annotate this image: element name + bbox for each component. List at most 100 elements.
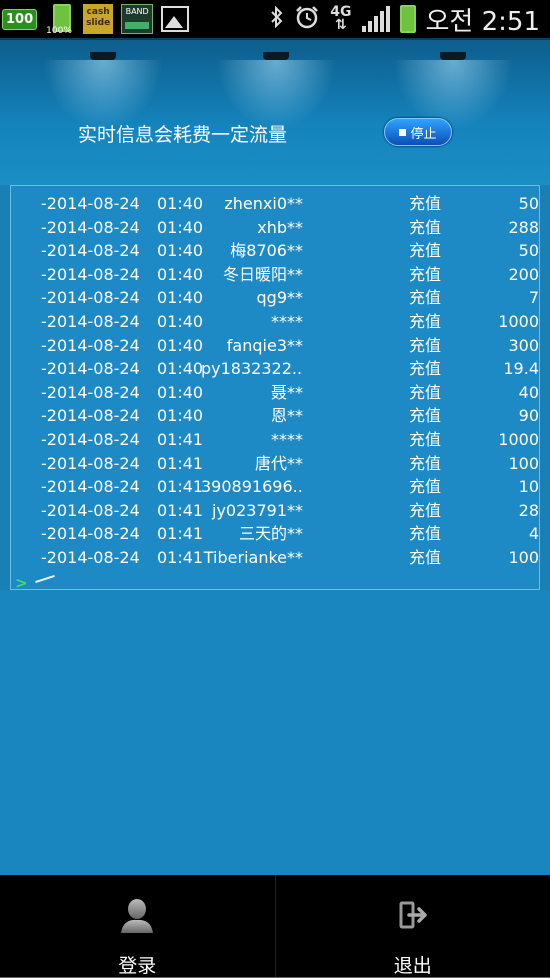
realtime-records-panel[interactable]: -2014-08-2401:40zhenxi0**充值50-2014-08-24… [10,185,540,590]
traffic-warning-text: 实时信息会耗费一定流量 [78,120,287,147]
record-amount: 1000 [459,310,539,333]
console-cursor [35,575,55,583]
record-amount: 200 [459,263,539,286]
record-time: 01:40 [157,239,207,262]
stop-icon [399,129,406,136]
logout-button[interactable]: 退出 [275,875,550,977]
record-date: -2014-08-24 [41,263,161,286]
record-date: -2014-08-24 [41,357,161,380]
record-date: -2014-08-24 [41,239,161,262]
record-amount: 28 [459,499,539,522]
record-amount: 288 [459,216,539,239]
record-date: -2014-08-24 [41,404,161,427]
record-row: -2014-08-2401:41三天的**充值4 [11,522,540,545]
record-user: 三天的** [201,522,303,545]
header-area: 实时信息会耗费一定流量 停止 [0,38,550,185]
record-row: -2014-08-2401:40聂**充值40 [11,381,540,404]
record-row: -2014-08-2401:40冬日暖阳**充值200 [11,263,540,286]
record-row: -2014-08-2401:40qg9**充值7 [11,286,540,309]
record-amount: 300 [459,334,539,357]
logout-label: 退出 [276,951,550,978]
battery-icon [400,5,416,33]
record-date: -2014-08-24 [41,310,161,333]
record-row: -2014-08-2401:41Tiberianke**充值100 [11,546,540,569]
record-date: -2014-08-24 [41,452,161,475]
record-date: -2014-08-24 [41,192,161,215]
record-row: -2014-08-2401:41唐代**充值100 [11,452,540,475]
record-user: 聂** [201,381,303,404]
record-row: -2014-08-2401:40****充值1000 [11,310,540,333]
record-user: jy023791** [201,499,303,522]
record-amount: 40 [459,381,539,404]
alarm-clock-icon [294,4,320,35]
record-amount: 50 [459,239,539,262]
record-user: 唐代** [201,452,303,475]
record-amount: 100 [459,452,539,475]
record-date: -2014-08-24 [41,475,161,498]
record-date: -2014-08-24 [41,428,161,451]
record-amount: 7 [459,286,539,309]
record-user: 恩** [201,404,303,427]
record-amount: 4 [459,522,539,545]
network-4g-icon: 4G⇅ [330,6,351,32]
cash-slide-icon: cash slide [83,4,113,34]
record-time: 01:40 [157,404,207,427]
record-time: 01:40 [157,357,207,380]
record-user: 梅8706** [201,239,303,262]
record-row: -2014-08-2401:41jy023791**充值28 [11,499,540,522]
record-amount: 50 [459,192,539,215]
record-time: 01:40 [157,310,207,333]
console-prompt: > [15,574,28,590]
record-time: 01:41 [157,499,207,522]
record-time: 01:41 [157,452,207,475]
record-user: 390891696... [201,475,303,498]
record-time: 01:40 [157,286,207,309]
record-user: qg9** [201,286,303,309]
record-time: 01:40 [157,263,207,286]
record-row: -2014-08-2401:40梅8706**充值50 [11,239,540,262]
spotlight-icon [263,52,289,60]
user-icon [117,895,157,935]
record-user: **** [201,310,303,333]
record-user: zhenxi0** [201,192,303,215]
spotlight-icon [90,52,116,60]
record-amount: 19.4 [459,357,539,380]
band-app-icon: BAND [121,4,153,34]
record-row: -2014-08-2401:40py1832322...充值19.4 [11,357,540,380]
record-date: -2014-08-24 [41,546,161,569]
record-date: -2014-08-24 [41,334,161,357]
record-amount: 100 [459,546,539,569]
login-label: 登录 [0,951,275,978]
record-date: -2014-08-24 [41,286,161,309]
bluetooth-icon [270,6,284,33]
stop-button[interactable]: 停止 [384,118,452,146]
record-row: -2014-08-2401:41****充值1000 [11,428,540,451]
record-time: 01:41 [157,546,207,569]
signal-strength-icon [362,6,390,32]
spotlight-icon [440,52,466,60]
clock: 오전 2:51 [426,1,541,38]
record-user: fanqie3** [201,334,303,357]
record-time: 01:40 [157,192,207,215]
record-user: py1832322... [201,357,303,380]
record-row: -2014-08-2401:40zhenxi0**充值50 [11,192,540,215]
record-date: -2014-08-24 [41,216,161,239]
battery-widget-icon: 100% [45,2,75,36]
record-row: -2014-08-2401:40恩**充值90 [11,404,540,427]
record-row: -2014-08-2401:40xhb**充值288 [11,216,540,239]
record-user: 冬日暖阳** [201,263,303,286]
battery-badge: 100 [2,9,37,30]
record-time: 01:40 [157,216,207,239]
gallery-icon [161,6,189,32]
record-time: 01:41 [157,522,207,545]
record-amount: 90 [459,404,539,427]
record-user: xhb** [201,216,303,239]
record-date: -2014-08-24 [41,381,161,404]
band-label: BAND [126,7,149,16]
status-bar: 100 100% cash slide BAND 4G⇅ 오전 2:51 [0,0,550,38]
record-time: 01:40 [157,334,207,357]
record-amount: 1000 [459,428,539,451]
login-button[interactable]: 登录 [0,875,275,977]
record-user: **** [201,428,303,451]
record-date: -2014-08-24 [41,522,161,545]
